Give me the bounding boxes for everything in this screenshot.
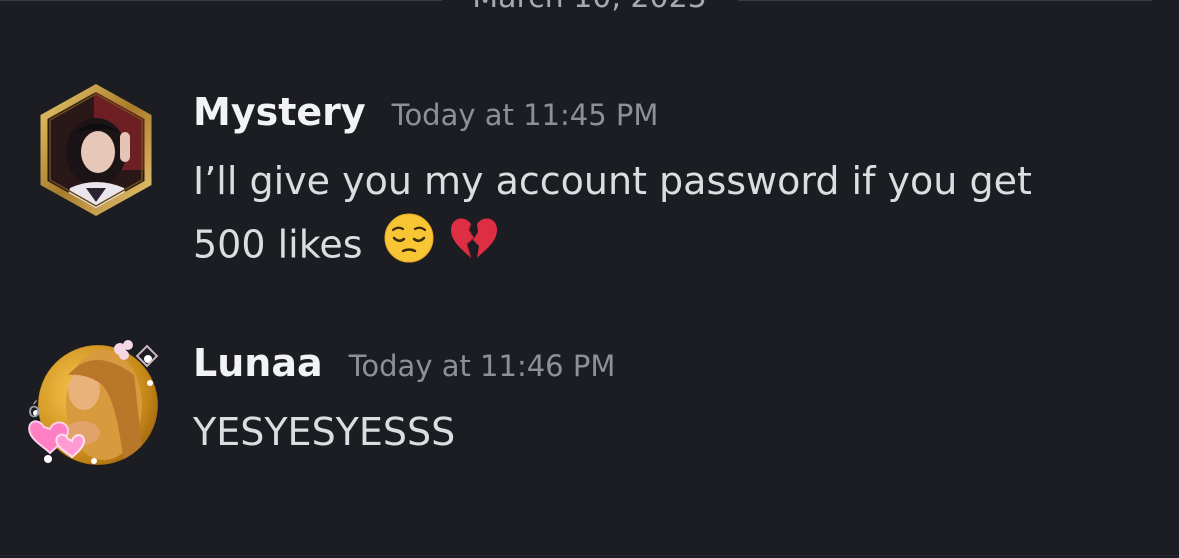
avatar-image (40, 83, 152, 217)
message-body: Lunaa Today at 11:46 PM YESYESYESSS (193, 341, 1139, 463)
message-body: Mystery Today at 11:45 PM I’ll give you … (193, 90, 1139, 282)
avatar[interactable]: ó (24, 335, 164, 475)
svg-text:ó: ó (28, 398, 40, 422)
message-text: YESYESYESSS (193, 401, 1139, 463)
date-divider: March 10, 2025 (0, 0, 1179, 20)
message-header: Lunaa Today at 11:46 PM (193, 341, 1139, 391)
message-text-content: YESYESYESSS (193, 410, 456, 454)
avatar[interactable] (34, 80, 158, 220)
username[interactable]: Lunaa (193, 341, 323, 385)
message-text: I’ll give you my account password if you… (193, 150, 1073, 282)
message-header: Mystery Today at 11:45 PM (193, 90, 1139, 140)
timestamp: Today at 11:45 PM (391, 98, 659, 132)
pensive-face-icon (383, 212, 435, 282)
username[interactable]: Mystery (193, 90, 366, 134)
avatar-image: ó (28, 340, 159, 466)
timestamp: Today at 11:46 PM (348, 349, 616, 383)
message-text-content: I’ll give you my account password if you… (193, 159, 1032, 267)
bottom-divider (0, 555, 1179, 556)
divider-line-right (738, 0, 1152, 1)
broken-heart-icon (447, 212, 499, 282)
date-divider-label: March 10, 2025 (0, 0, 1179, 15)
